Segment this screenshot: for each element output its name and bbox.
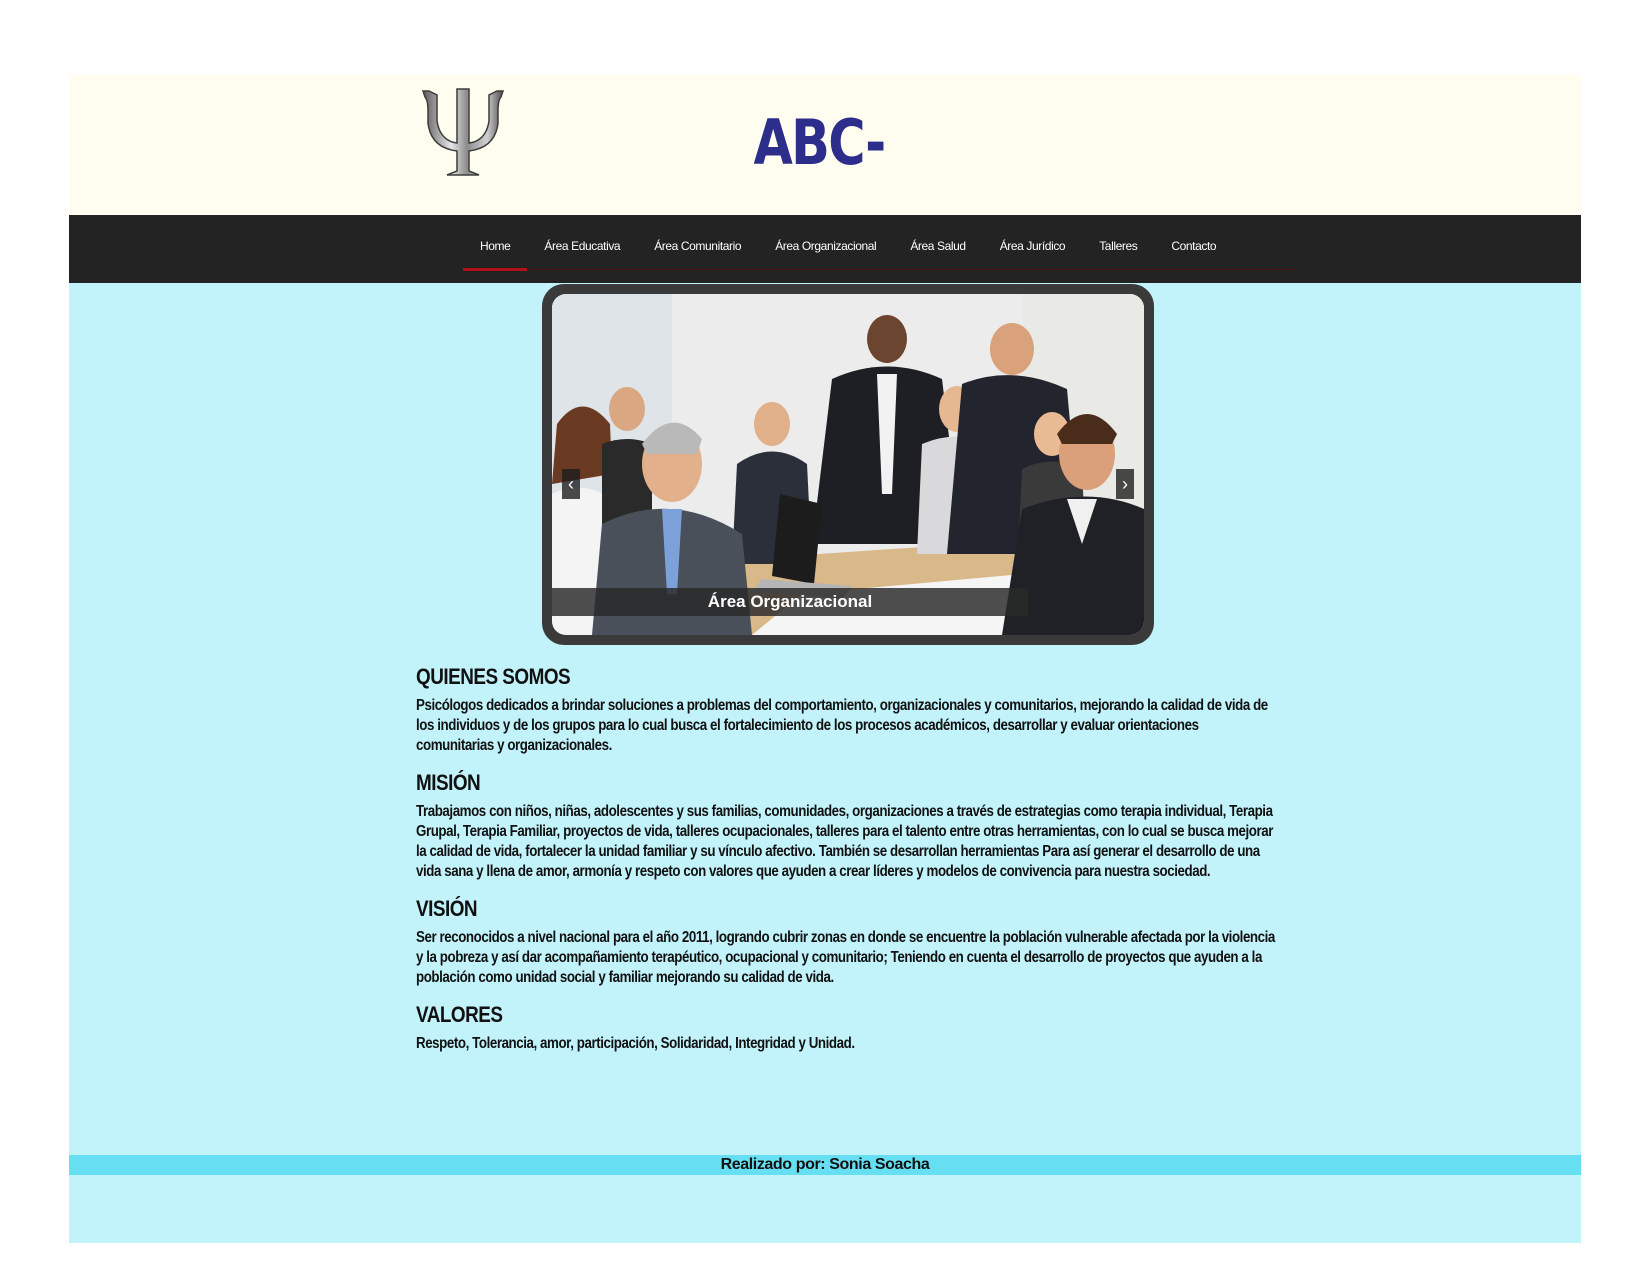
nav-item-home[interactable]: Home (463, 215, 528, 283)
site-footer: Realizado por: Sonia Soacha (69, 1155, 1581, 1175)
slider-prev-button[interactable]: ‹ (562, 469, 580, 499)
nav-item-contacto[interactable]: Contacto (1154, 215, 1233, 283)
main-navigation: Home Área Educativa Área Comunitario Áre… (69, 215, 1581, 283)
nav-item-area-educativa[interactable]: Área Educativa (527, 215, 637, 283)
main-content: QUIENES SOMOS Psicólogos dedicados a bri… (416, 658, 1286, 1062)
nav-item-area-juridico[interactable]: Área Jurídico (983, 215, 1083, 283)
section-text-quienes-somos: Psicólogos dedicados a brindar solucione… (416, 697, 1268, 754)
site-header: ABC-PSICOSOCIAL (69, 75, 1581, 279)
psi-symbol-icon (421, 88, 505, 176)
section-heading-valores: VALORES (416, 1002, 503, 1027)
footer-credit: Realizado por: Sonia Soacha (720, 1156, 930, 1173)
section-text-mision: Trabajamos con niños, niñas, adolescente… (416, 803, 1273, 880)
section-heading-vision: VISIÓN (416, 896, 478, 921)
section-heading-mision: MISIÓN (416, 770, 481, 795)
nav-item-area-comunitario[interactable]: Área Comunitario (637, 215, 758, 283)
business-team-photo (552, 294, 1144, 635)
slider-next-button[interactable]: › (1116, 469, 1134, 499)
slide-image: Área Organizacional ‹ › (552, 294, 1144, 635)
nav-menu: Home Área Educativa Área Comunitario Áre… (463, 215, 1233, 283)
page-container: ABC-PSICOSOCIAL Home Área Educativa Área… (69, 75, 1581, 1243)
section-text-vision: Ser reconocidos a nivel nacional para el… (416, 929, 1275, 986)
image-slider: Área Organizacional ‹ › (542, 284, 1154, 645)
nav-item-area-organizacional[interactable]: Área Organizacional (758, 215, 893, 283)
nav-item-area-salud[interactable]: Área Salud (893, 215, 982, 283)
nav-item-talleres[interactable]: Talleres (1082, 215, 1154, 283)
section-heading-quienes-somos: QUIENES SOMOS (416, 664, 571, 689)
slide-caption: Área Organizacional (552, 588, 1028, 616)
section-text-valores: Respeto, Tolerancia, amor, participación… (416, 1035, 855, 1052)
